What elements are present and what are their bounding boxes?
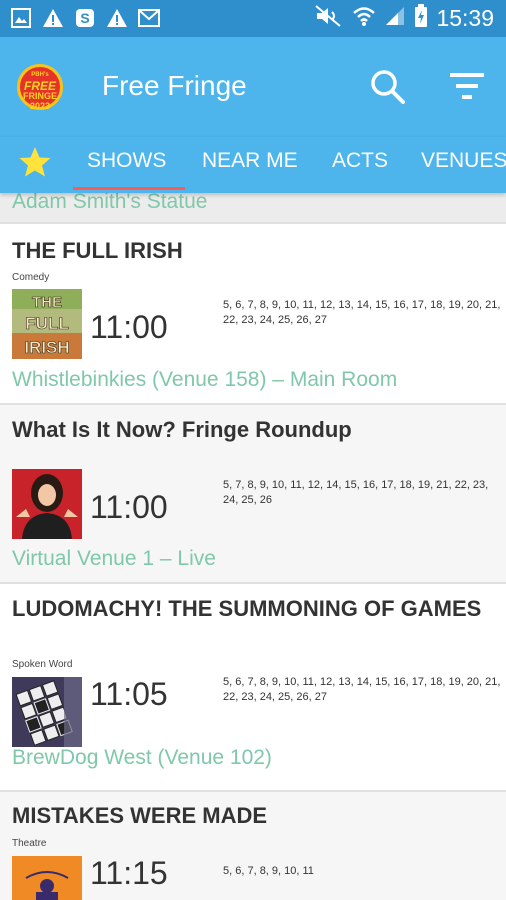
status-notifications: S (10, 7, 160, 29)
logo-top-text: PBH's (31, 72, 49, 78)
shows-list: Adam Smith's Statue THE FULL IRISH Comed… (0, 193, 506, 900)
show-category: Theatre (12, 838, 47, 849)
show-thumbnail (12, 677, 82, 747)
status-time: 15:39 (436, 4, 494, 31)
warning-icon (42, 7, 64, 29)
list-item[interactable]: What Is It Now? Fringe Roundup 11:00 5, … (0, 405, 506, 582)
thumb-text-1: THE (32, 294, 62, 311)
show-thumbnail (12, 856, 82, 900)
warning-icon (106, 7, 128, 29)
status-system: 15:39 (314, 4, 494, 32)
show-title: LUDOMACHY! THE SUMMONING OF GAMES (12, 596, 482, 621)
mute-icon (314, 4, 344, 32)
search-button[interactable] (368, 67, 408, 107)
tab-acts[interactable]: ACTS (332, 149, 388, 173)
show-venue[interactable]: BrewDog West (Venue 102) (12, 746, 272, 770)
show-time: 11:05 (90, 676, 168, 712)
filter-icon (450, 73, 484, 99)
show-venue[interactable]: Virtual Venue 1 – Live (12, 547, 216, 571)
filter-button[interactable] (447, 67, 487, 107)
show-category: Comedy (12, 272, 50, 283)
free-fringe-logo: PBH's FREE FRINGE 2023 (17, 64, 63, 111)
list-item[interactable]: THE FULL IRISH Comedy THE FULL IRISH 11:… (0, 224, 506, 403)
show-title: What Is It Now? Fringe Roundup (12, 417, 352, 442)
app-bar: PBH's FREE FRINGE 2023 Free Fringe (0, 37, 506, 137)
thumb-text-2: FULL (25, 314, 68, 333)
tab-selected-indicator (73, 187, 185, 190)
wifi-icon (352, 5, 376, 31)
tab-favourites[interactable] (18, 145, 52, 179)
status-bar: S 15:39 (0, 0, 506, 37)
show-time: 11:00 (90, 309, 168, 345)
search-icon (371, 70, 405, 104)
list-item[interactable]: MISTAKES WERE MADE Theatre 11:15 5, 6, 7… (0, 792, 506, 900)
show-thumbnail: THE FULL IRISH (12, 289, 82, 359)
battery-charging-icon (414, 4, 428, 32)
signal-icon (384, 5, 406, 31)
show-category: Spoken Word (12, 659, 73, 670)
image-icon (10, 7, 32, 29)
list-item[interactable]: LUDOMACHY! THE SUMMONING OF GAMES Spoken… (0, 584, 506, 790)
skype-icon: S (74, 7, 96, 29)
thumb-text-3: IRISH (24, 338, 69, 357)
show-title: MISTAKES WERE MADE (12, 803, 268, 828)
show-dates: 5, 6, 7, 8, 9, 10, 11, 12, 13, 14, 15, 1… (223, 299, 501, 326)
tab-bar: SHOWS NEAR ME ACTS VENUES (0, 137, 506, 193)
gmail-icon (138, 7, 160, 29)
app-title: Free Fringe (102, 70, 247, 101)
show-dates: 5, 6, 7, 8, 9, 10, 11 (223, 865, 314, 877)
tab-shows[interactable]: SHOWS (87, 149, 166, 173)
svg-text:S: S (80, 10, 89, 26)
show-dates: 5, 6, 7, 8, 9, 10, 11, 12, 13, 14, 15, 1… (223, 676, 501, 703)
show-title: THE FULL IRISH (12, 238, 183, 263)
show-thumbnail (12, 469, 82, 539)
tab-venues[interactable]: VENUES (421, 149, 506, 173)
show-dates: 5, 7, 8, 9, 10, 11, 12, 14, 15, 16, 17, … (223, 479, 489, 506)
star-icon (19, 147, 51, 177)
show-time: 11:15 (90, 855, 168, 891)
previous-item-venue[interactable]: Adam Smith's Statue (12, 193, 207, 214)
tab-near-me[interactable]: NEAR ME (202, 149, 298, 173)
show-venue[interactable]: Whistlebinkies (Venue 158) – Main Room (12, 368, 397, 392)
show-time: 11:00 (90, 489, 168, 525)
logo-sub-text: FRINGE 2023 (22, 91, 57, 111)
